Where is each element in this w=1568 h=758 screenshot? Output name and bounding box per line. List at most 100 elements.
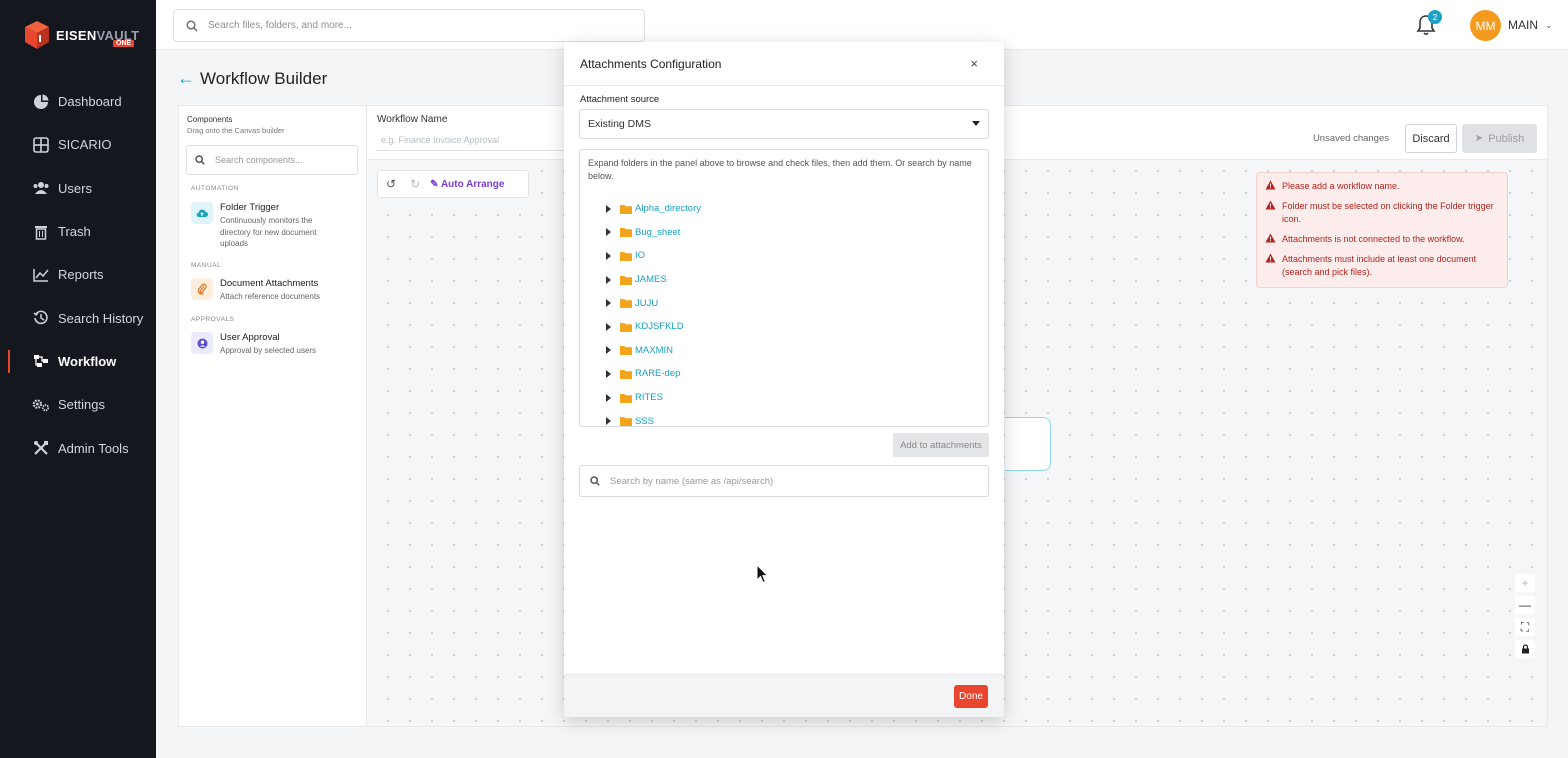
workflow-node[interactable] — [1005, 417, 1051, 471]
workflow-name-input[interactable]: e.g. Finance Invoice Approval — [376, 131, 566, 151]
chevron-down-icon[interactable]: ⌄ — [1545, 20, 1553, 31]
sidebar-item-admin-tools[interactable]: Admin Tools — [0, 426, 156, 469]
caret-down-icon — [972, 121, 980, 126]
folder-icon — [620, 346, 632, 356]
component-search-placeholder: Search components... — [215, 155, 303, 165]
section-label-approvals: APPROVALS — [191, 316, 235, 323]
component-folder-trigger[interactable]: Folder Trigger Continuously monitors the… — [191, 202, 338, 250]
folder-icon — [620, 393, 632, 403]
user-name[interactable]: MAIN — [1508, 18, 1538, 32]
folder-row[interactable]: JAMES — [606, 268, 701, 292]
pencil-icon: ✎ — [430, 178, 439, 190]
component-search-input[interactable]: Search components... — [186, 145, 358, 175]
folder-name[interactable]: Alpha_directory — [635, 203, 701, 214]
cloud-upload-icon — [191, 202, 213, 224]
component-document-attachments[interactable]: Document Attachments Attach reference do… — [191, 278, 338, 303]
expand-icon[interactable] — [606, 251, 611, 260]
expand-icon[interactable] — [606, 393, 611, 402]
undo-icon[interactable]: ↺ — [386, 177, 396, 191]
logo-badge: ONE — [113, 40, 135, 47]
done-button[interactable]: Done — [954, 685, 988, 708]
folder-row[interactable]: SSS — [606, 409, 701, 426]
sidebar-item-search-history[interactable]: Search History — [0, 296, 156, 339]
expand-icon[interactable] — [606, 346, 611, 355]
sidebar-item-sicario[interactable]: SICARIO — [0, 123, 156, 166]
sidebar-item-label: Reports — [58, 267, 104, 283]
folder-name[interactable]: RITES — [635, 392, 663, 403]
folder-name[interactable]: RARE-dep — [635, 368, 680, 379]
discard-button[interactable]: Discard — [1405, 124, 1457, 153]
expand-icon[interactable] — [606, 204, 611, 213]
folder-icon — [620, 299, 632, 309]
folder-tree-panel[interactable]: Expand folders in the panel above to bro… — [579, 149, 989, 427]
history-icon — [32, 309, 50, 327]
section-label-automation: AUTOMATION — [191, 185, 239, 192]
sidebar-item-label: Settings — [58, 397, 105, 413]
users-icon — [32, 179, 50, 197]
sidebar-item-label: Users — [58, 180, 92, 196]
folder-name[interactable]: IO — [635, 250, 645, 261]
attachments-config-modal: Attachments Configuration × Attachment s… — [564, 42, 1004, 717]
add-to-attachments-button[interactable]: Add to attachments — [893, 433, 989, 457]
sidebar-item-label: Workflow — [58, 353, 117, 369]
expand-icon[interactable] — [606, 369, 611, 378]
folder-name[interactable]: KDJSFKLD — [635, 321, 684, 332]
folder-row[interactable]: Alpha_directory — [606, 197, 701, 221]
error-item: Folder must be selected on clicking the … — [1265, 200, 1499, 226]
fit-view-icon[interactable]: ⛶ — [1515, 618, 1535, 636]
folder-name[interactable]: MAXMIN — [635, 345, 673, 356]
avatar[interactable]: MM — [1470, 10, 1501, 41]
zoom-controls: + — ⛶ — [1515, 574, 1535, 658]
warning-icon — [1265, 233, 1276, 243]
sidebar-item-dashboard[interactable]: Dashboard — [0, 80, 156, 123]
name-search-input[interactable]: Search by name (same as /api/search) — [579, 465, 989, 497]
folder-row[interactable]: KDJSFKLD — [606, 315, 701, 339]
workflow-icon — [32, 352, 50, 370]
send-icon: ➤ — [1474, 133, 1484, 144]
folder-icon — [620, 204, 632, 214]
lock-icon[interactable] — [1515, 640, 1535, 658]
expand-icon[interactable] — [606, 417, 611, 426]
folder-icon — [620, 417, 632, 426]
folder-row[interactable]: RARE-dep — [606, 362, 701, 386]
sidebar-item-label: Trash — [58, 224, 91, 240]
expand-icon[interactable] — [606, 299, 611, 308]
zoom-in-icon[interactable]: + — [1515, 574, 1535, 592]
folder-name[interactable]: SSS — [635, 416, 654, 426]
auto-arrange-button[interactable]: ✎ Auto Arrange — [430, 179, 504, 190]
expand-icon[interactable] — [606, 322, 611, 331]
folder-row[interactable]: Bug_sheet — [606, 221, 701, 245]
error-item: Please add a workflow name. — [1265, 180, 1499, 193]
sidebar-item-trash[interactable]: Trash — [0, 210, 156, 253]
workflow-name-label: Workflow Name — [377, 114, 448, 125]
expand-icon[interactable] — [606, 228, 611, 237]
expand-icon[interactable] — [606, 275, 611, 284]
folder-name[interactable]: Bug_sheet — [635, 227, 680, 238]
redo-icon[interactable]: ↻ — [410, 177, 420, 191]
folder-row[interactable]: IO — [606, 244, 701, 268]
global-search-input[interactable]: Search files, folders, and more... — [173, 9, 645, 42]
error-item: Attachments is not connected to the work… — [1265, 233, 1499, 246]
zoom-out-icon[interactable]: — — [1515, 596, 1535, 614]
folder-row[interactable]: JUJU — [606, 291, 701, 315]
folder-row[interactable]: RITES — [606, 386, 701, 410]
publish-button[interactable]: ➤ Publish — [1462, 124, 1537, 153]
folder-row[interactable]: MAXMIN — [606, 339, 701, 363]
attachment-source-select[interactable]: Existing DMS — [579, 109, 989, 139]
component-user-approval[interactable]: User Approval Approval by selected users — [191, 332, 338, 357]
component-description: Attach reference documents — [220, 292, 321, 301]
sidebar-item-reports[interactable]: Reports — [0, 253, 156, 296]
components-title: Components — [187, 115, 233, 124]
logo-cube-icon — [25, 21, 49, 49]
sidebar-item-label: Dashboard — [58, 94, 122, 110]
gears-icon — [32, 396, 50, 414]
component-name: Folder Trigger — [220, 202, 280, 213]
sidebar-item-users[interactable]: Users — [0, 167, 156, 210]
folder-name[interactable]: JUJU — [635, 298, 658, 309]
notification-badge: 2 — [1428, 10, 1442, 24]
folder-name[interactable]: JAMES — [635, 274, 667, 285]
back-arrow-icon[interactable]: ← — [177, 68, 195, 89]
sidebar-item-workflow[interactable]: Workflow — [0, 340, 156, 383]
close-icon[interactable]: × — [970, 56, 978, 71]
sidebar-item-settings[interactable]: Settings — [0, 383, 156, 426]
